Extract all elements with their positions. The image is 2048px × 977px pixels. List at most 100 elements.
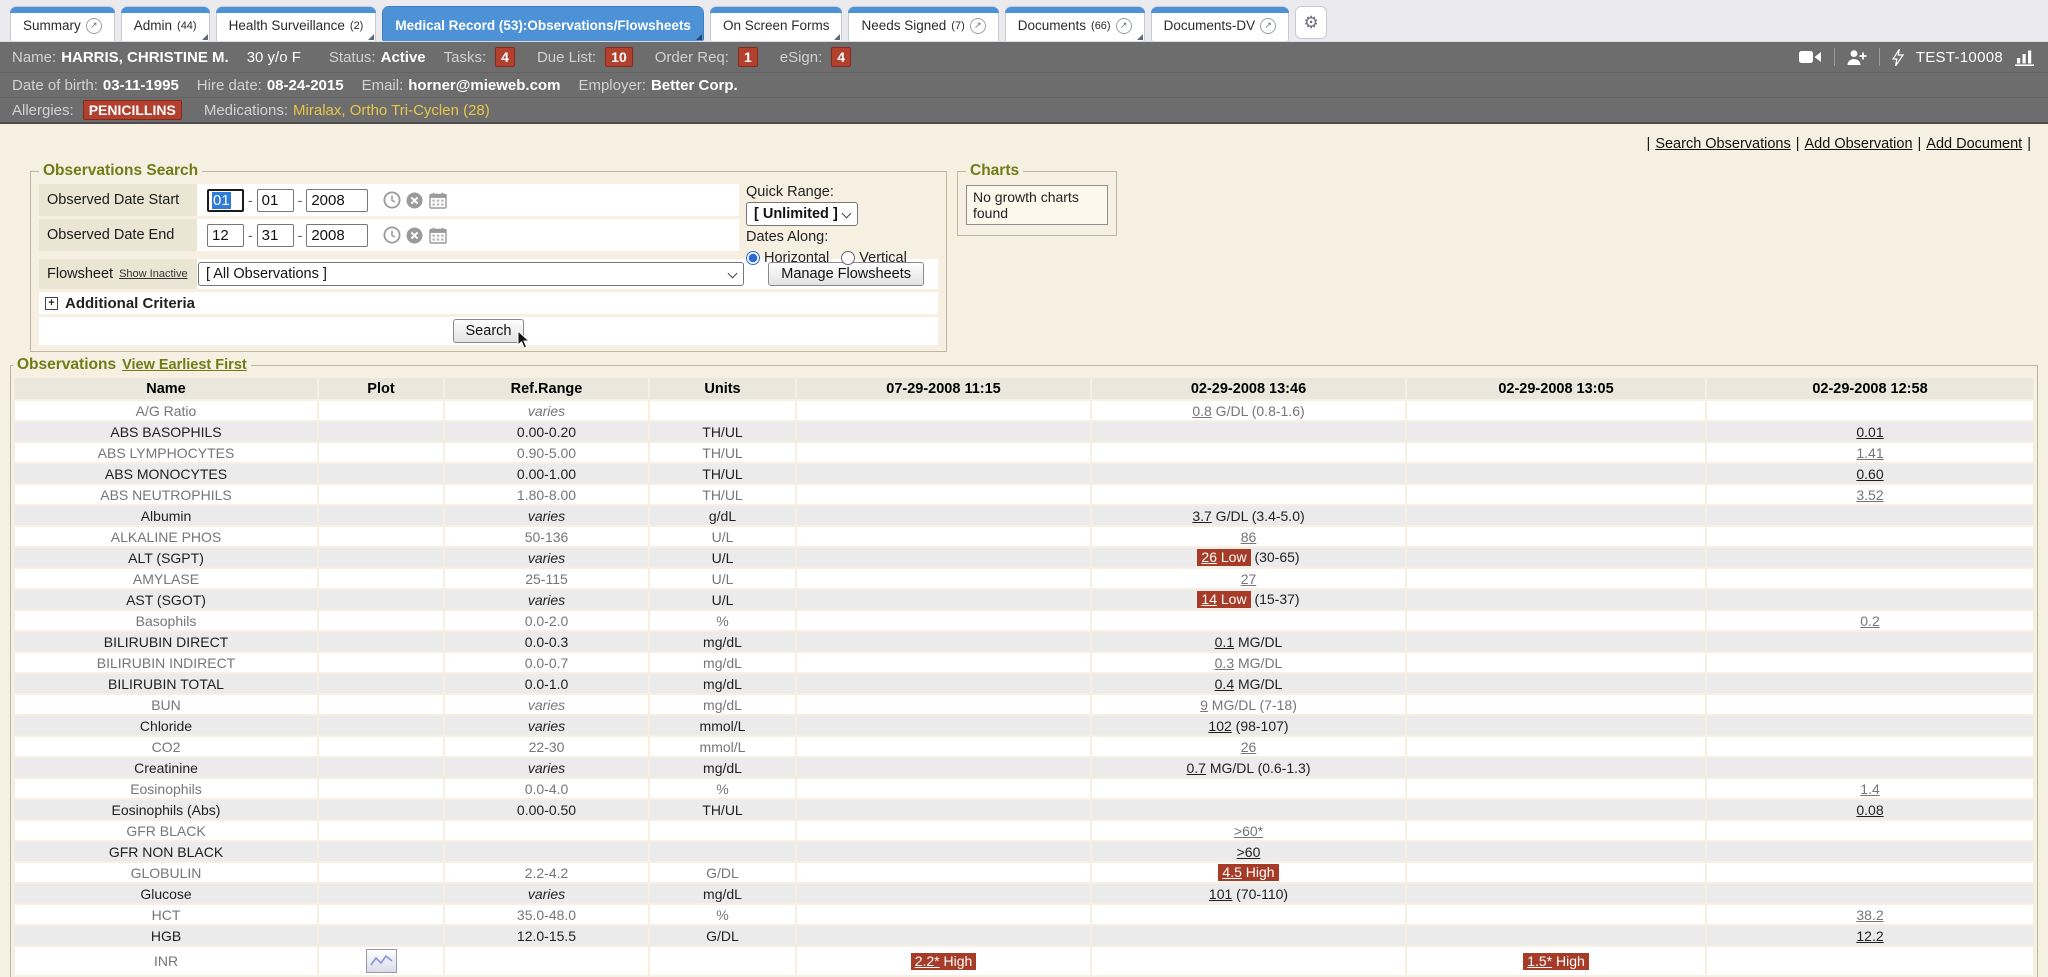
tab-label: Documents-DV: [1164, 18, 1256, 33]
value-link[interactable]: 1.4: [1860, 781, 1879, 797]
plot-cell: [319, 947, 443, 975]
value-link[interactable]: 0.60: [1856, 466, 1883, 482]
ref-range: 35.0-48.0: [445, 905, 648, 924]
action-link-add-observation[interactable]: Add Observation: [1805, 136, 1913, 152]
value-link[interactable]: 26: [1241, 739, 1257, 755]
flowsheet-select-value: [ All Observations ]: [206, 266, 327, 282]
value-link[interactable]: 0.2: [1860, 613, 1879, 629]
expand-plus-icon[interactable]: +: [45, 297, 58, 310]
value-link[interactable]: 101: [1209, 886, 1232, 902]
tab-medical-record-53-observations-flowsheets[interactable]: Medical Record (53):Observations/Flowshe…: [382, 6, 704, 41]
quick-range-select[interactable]: [ Unlimited ]: [746, 202, 858, 226]
column-header-02-29-2008-13-46[interactable]: 02-29-2008 13:46: [1092, 378, 1405, 399]
settings-gear-button[interactable]: ⚙: [1295, 6, 1327, 39]
value-link[interactable]: 0.3: [1215, 655, 1234, 671]
value-cell: [797, 821, 1090, 840]
clock-icon[interactable]: [382, 226, 401, 245]
value-link[interactable]: 1.41: [1856, 445, 1883, 461]
vertical-radio[interactable]: [841, 251, 855, 265]
date-start-year-input[interactable]: 2008: [306, 189, 368, 212]
badge-tasks[interactable]: 4: [495, 47, 515, 67]
tab-on-screen-forms[interactable]: On Screen Forms: [710, 6, 843, 41]
plot-sparkline-button[interactable]: [366, 949, 397, 973]
tab-documents-dv[interactable]: Documents-DV↗: [1151, 6, 1290, 41]
value-link[interactable]: 0.01: [1856, 424, 1883, 440]
value-suffix: (70-110): [1232, 886, 1288, 902]
additional-criteria-row[interactable]: + Additional Criteria: [39, 292, 938, 314]
column-header-units[interactable]: Units: [650, 378, 795, 399]
column-header-plot[interactable]: Plot: [319, 378, 443, 399]
show-inactive-link[interactable]: Show Inactive: [119, 268, 187, 280]
date-end-month-input[interactable]: 12: [207, 224, 244, 247]
value-link[interactable]: 86: [1241, 529, 1257, 545]
value-link[interactable]: 12.2: [1856, 928, 1883, 944]
search-button[interactable]: Search: [453, 319, 525, 343]
value-link[interactable]: 3.7: [1192, 508, 1211, 524]
add-person-icon[interactable]: [1846, 48, 1868, 67]
value-link[interactable]: 0.1: [1215, 634, 1234, 650]
value-link[interactable]: 0.08: [1856, 802, 1883, 818]
observation-name: BUN: [15, 695, 317, 714]
value-link[interactable]: >60*: [1234, 823, 1263, 839]
value-link[interactable]: 3.52: [1856, 487, 1883, 503]
view-earliest-first-link[interactable]: View Earliest First: [122, 357, 247, 373]
value-cell: [1407, 464, 1705, 483]
clock-icon[interactable]: [382, 191, 401, 210]
column-header-02-29-2008-12-58[interactable]: 02-29-2008 12:58: [1707, 378, 2033, 399]
value-link[interactable]: 0.7: [1187, 760, 1206, 776]
value-link[interactable]: 38.2: [1856, 907, 1883, 923]
column-header-name[interactable]: Name: [15, 378, 317, 399]
date-start-month-input[interactable]: 01: [207, 189, 244, 212]
value-link[interactable]: 1.5*: [1527, 953, 1552, 969]
date-end-day-input[interactable]: 31: [257, 224, 294, 247]
tab-needs-signed[interactable]: Needs Signed(7)↗: [848, 6, 998, 41]
action-link-add-document[interactable]: Add Document: [1926, 136, 2022, 152]
column-header-02-29-2008-13-05[interactable]: 02-29-2008 13:05: [1407, 378, 1705, 399]
value-link[interactable]: 26: [1201, 549, 1217, 565]
horizontal-radio[interactable]: [746, 251, 760, 265]
value-cell: [797, 800, 1090, 819]
badge-order-req[interactable]: 1: [738, 47, 758, 67]
medication-link-miralax[interactable]: Miralax: [293, 102, 341, 119]
video-camera-icon[interactable]: [1799, 48, 1823, 67]
observation-row-bun: BUNvariesmg/dL9 MG/DL (7-18): [15, 695, 2033, 714]
observation-name: GLOBULIN: [15, 863, 317, 882]
ref-range: 0.0-4.0: [445, 779, 648, 798]
calendar-icon[interactable]: [428, 226, 447, 245]
tab-admin[interactable]: Admin(44): [121, 6, 210, 41]
date-start-day-input[interactable]: 01: [257, 189, 294, 212]
action-link-search-observations[interactable]: Search Observations: [1655, 136, 1790, 152]
value-link[interactable]: 0.8: [1192, 403, 1211, 419]
lightning-icon[interactable]: [1891, 48, 1905, 67]
value-cell: [1707, 821, 2033, 840]
value-cell: [797, 716, 1090, 735]
value-link[interactable]: 27: [1241, 571, 1257, 587]
clear-date-icon[interactable]: [405, 226, 424, 245]
value-link[interactable]: 102: [1208, 718, 1231, 734]
column-header-ref-range[interactable]: Ref.Range: [445, 378, 648, 399]
plot-cell: [319, 758, 443, 777]
ref-range: [445, 842, 648, 861]
value-link[interactable]: 9: [1200, 697, 1208, 713]
tab-documents[interactable]: Documents(66)↗: [1005, 6, 1145, 41]
plot-cell: [319, 569, 443, 588]
value-link[interactable]: 14: [1201, 591, 1217, 607]
column-header-07-29-2008-11-15[interactable]: 07-29-2008 11:15: [797, 378, 1090, 399]
value-link[interactable]: 4.5: [1222, 864, 1241, 880]
date-end-year-input[interactable]: 2008: [306, 224, 368, 247]
tab-health-surveillance[interactable]: Health Surveillance(2): [216, 6, 377, 41]
value-link[interactable]: 0.4: [1215, 676, 1234, 692]
flowsheet-select[interactable]: [ All Observations ]: [198, 262, 744, 286]
badge-due-list[interactable]: 10: [605, 47, 633, 67]
date-separator: -: [298, 192, 303, 208]
medication-link-ortho-tri-cyclen-28[interactable]: Ortho Tri-Cyclen (28): [350, 102, 490, 119]
tab-summary[interactable]: Summary↗: [10, 6, 115, 41]
allergy-badge[interactable]: PENICILLINS: [83, 100, 182, 120]
chart-icon[interactable]: [2014, 48, 2036, 67]
ref-range-varies: varies: [528, 886, 565, 902]
value-link[interactable]: >60: [1237, 844, 1261, 860]
clear-date-icon[interactable]: [405, 191, 424, 210]
badge-esign[interactable]: 4: [831, 47, 851, 67]
value-link[interactable]: 2.2*: [915, 953, 940, 969]
calendar-icon[interactable]: [428, 191, 447, 210]
